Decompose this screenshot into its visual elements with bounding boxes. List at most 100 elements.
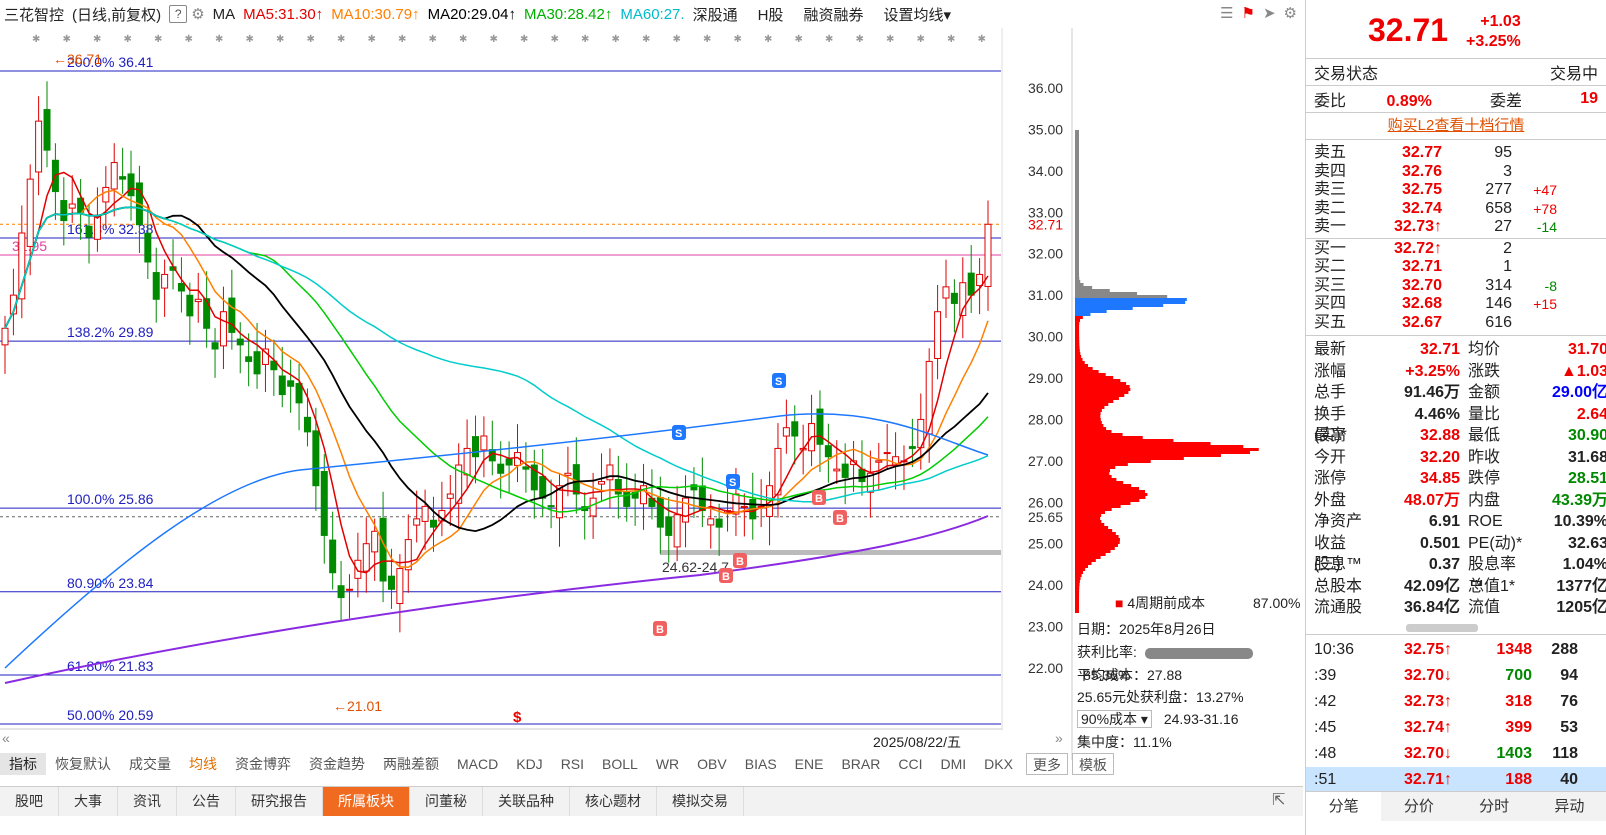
stat-label: 今开: [1314, 448, 1347, 466]
candle-body: [522, 466, 530, 470]
indicator-tab[interactable]: BOLL: [593, 753, 647, 775]
sidebar-tab[interactable]: 分价: [1381, 792, 1456, 821]
candle-body: [967, 272, 975, 296]
event-star-icon: ✱: [398, 34, 406, 45]
sidebar-tab[interactable]: 分笔: [1306, 792, 1382, 821]
cost-bar: [1075, 382, 1127, 385]
flag-icon[interactable]: ⚑: [1242, 4, 1255, 22]
event-star-icon: ✱: [551, 34, 559, 45]
avg-cost: 平均成本：27.88: [1077, 667, 1183, 683]
candle-body: [177, 282, 185, 292]
indicator-tab[interactable]: 两融差额: [374, 753, 448, 775]
indicator-tab[interactable]: MACD: [448, 753, 507, 775]
help-icon[interactable]: ?: [169, 5, 188, 23]
bottom-tab[interactable]: 核心题材: [570, 787, 657, 816]
cost-bar: [1075, 241, 1079, 244]
svg-text:B: B: [836, 513, 844, 525]
sidebar-tab[interactable]: 分时: [1457, 792, 1532, 821]
indicator-tab[interactable]: OBV: [688, 753, 736, 775]
indicator-tab[interactable]: 指标: [0, 753, 46, 775]
chart-marks: ←36.71←21.0124.62-24.7SSSBBBBB$✱ ✱ ✱ ✱ ✱ ✱ ✱ ✱ ✱…: [32, 34, 986, 726]
cost-bar: [1075, 337, 1080, 340]
order-book-row: 卖二 32.74 658 +78: [1306, 200, 1606, 219]
candle-body: [665, 516, 673, 536]
indicator-tab[interactable]: 恢复默认: [46, 753, 120, 775]
scroll-right-button[interactable]: »: [1055, 730, 1063, 746]
bottom-tab[interactable]: 公告: [177, 787, 236, 816]
ma20-value: MA20:29.04↑: [427, 5, 516, 23]
kline-panel[interactable]: 三花智控 (日线,前复权) ? ⚙ MA MA5:31.30↑ MA10:30.…: [0, 0, 1303, 780]
bottom-tab[interactable]: 问董秘: [410, 787, 483, 816]
gear-icon[interactable]: ⚙: [1284, 4, 1297, 22]
indicator-tab[interactable]: ENE: [786, 753, 833, 775]
cost-bar: [1075, 607, 1080, 610]
cost-bar: [1075, 133, 1079, 136]
bid-book: 买一 32.72↑ 2 买二 32.71 1 买三 32.70 314 -8 买四 32.68 146 +…: [1306, 240, 1606, 333]
event-star-icon: ✱: [368, 34, 376, 45]
ob-price: 32.71: [1401, 258, 1442, 275]
bottom-tab[interactable]: 模拟交易: [657, 787, 744, 816]
stat-label: 流值: [1468, 599, 1501, 616]
concentration: 集中度：11.1%: [1077, 734, 1172, 750]
collapse-icon[interactable]: ⇱: [1272, 790, 1285, 810]
event-star-icon: ✱: [307, 34, 315, 45]
scroll-left-button[interactable]: «: [2, 730, 10, 746]
ob-label: 卖一: [1314, 218, 1347, 235]
indicator-tab[interactable]: 资金趋势: [300, 753, 374, 775]
cost-bar: [1075, 151, 1079, 154]
indicator-tab[interactable]: 更多: [1025, 753, 1068, 775]
stat-value: 31.68: [1567, 448, 1606, 466]
indicator-tab[interactable]: BIAS: [736, 753, 786, 775]
lines-icon[interactable]: ☰: [1220, 4, 1233, 22]
candle-body: [413, 518, 421, 526]
bottom-tab[interactable]: 大事: [59, 787, 118, 816]
event-star-icon: ✱: [185, 34, 193, 45]
indicator-tab[interactable]: 均线: [180, 753, 226, 775]
candle-body: [152, 272, 160, 300]
margin-button[interactable]: 融资融券: [799, 4, 867, 25]
tick-price: 32.71↑: [1403, 770, 1452, 788]
cursor-icon[interactable]: ➤: [1263, 4, 1276, 22]
stat-value: 28.51: [1567, 470, 1606, 487]
indicator-tab[interactable]: DMI: [931, 753, 975, 775]
l2-link[interactable]: 购买L2查看十档行情: [1306, 113, 1606, 139]
ma-label[interactable]: MA: [209, 6, 240, 23]
cost-bar: [1075, 439, 1174, 442]
stat-value: 48.07万: [1403, 491, 1460, 509]
h-share-button[interactable]: H股: [754, 4, 788, 25]
set-ma-dropdown[interactable]: 设置均线▾: [879, 4, 955, 25]
indicator-tab[interactable]: 资金博弈: [226, 753, 300, 775]
event-star-icon: ✱: [581, 34, 589, 45]
cost-bar: [1075, 247, 1079, 250]
ob-delta: +47: [1533, 182, 1557, 198]
sidebar-scroll[interactable]: [1406, 623, 1478, 632]
indicator-tab[interactable]: RSI: [552, 753, 593, 775]
candle-body: [396, 568, 404, 604]
stat-label: 金额: [1468, 384, 1501, 401]
candle-body: [371, 530, 379, 553]
indicator-tab[interactable]: WR: [647, 753, 688, 775]
candle-body: [858, 468, 866, 483]
indicator-tab[interactable]: DKX: [975, 753, 1022, 775]
cost-select[interactable]: 90%成本 ▾: [1077, 710, 1152, 728]
indicator-tab[interactable]: 模板: [1071, 753, 1114, 775]
indicator-tab[interactable]: CCI: [889, 753, 931, 775]
cost-bar: [1075, 529, 1113, 532]
period-label[interactable]: (日线,前复权): [68, 4, 165, 25]
cost-bar: [1075, 301, 1186, 304]
indicator-tab[interactable]: 成交量: [120, 753, 180, 775]
sidebar-tab[interactable]: 异动: [1532, 792, 1606, 821]
indicator-tab[interactable]: BRAR: [832, 753, 889, 775]
indicator-tab[interactable]: KDJ: [507, 753, 551, 775]
shgt-button[interactable]: 深股通: [689, 4, 742, 25]
bottom-tab[interactable]: 资讯: [118, 787, 177, 816]
svg-text:S: S: [675, 428, 682, 440]
event-star-icon: ✱: [764, 34, 772, 45]
bottom-tab[interactable]: 研究报告: [236, 787, 323, 816]
bottom-tab[interactable]: 关联品种: [483, 787, 570, 816]
bottom-tab[interactable]: 所属板块: [323, 787, 410, 816]
cost-bar: [1075, 478, 1117, 481]
settings-icon[interactable]: ⚙: [187, 5, 208, 23]
candle-body: [345, 588, 353, 591]
bottom-tab[interactable]: 股吧: [0, 787, 59, 816]
